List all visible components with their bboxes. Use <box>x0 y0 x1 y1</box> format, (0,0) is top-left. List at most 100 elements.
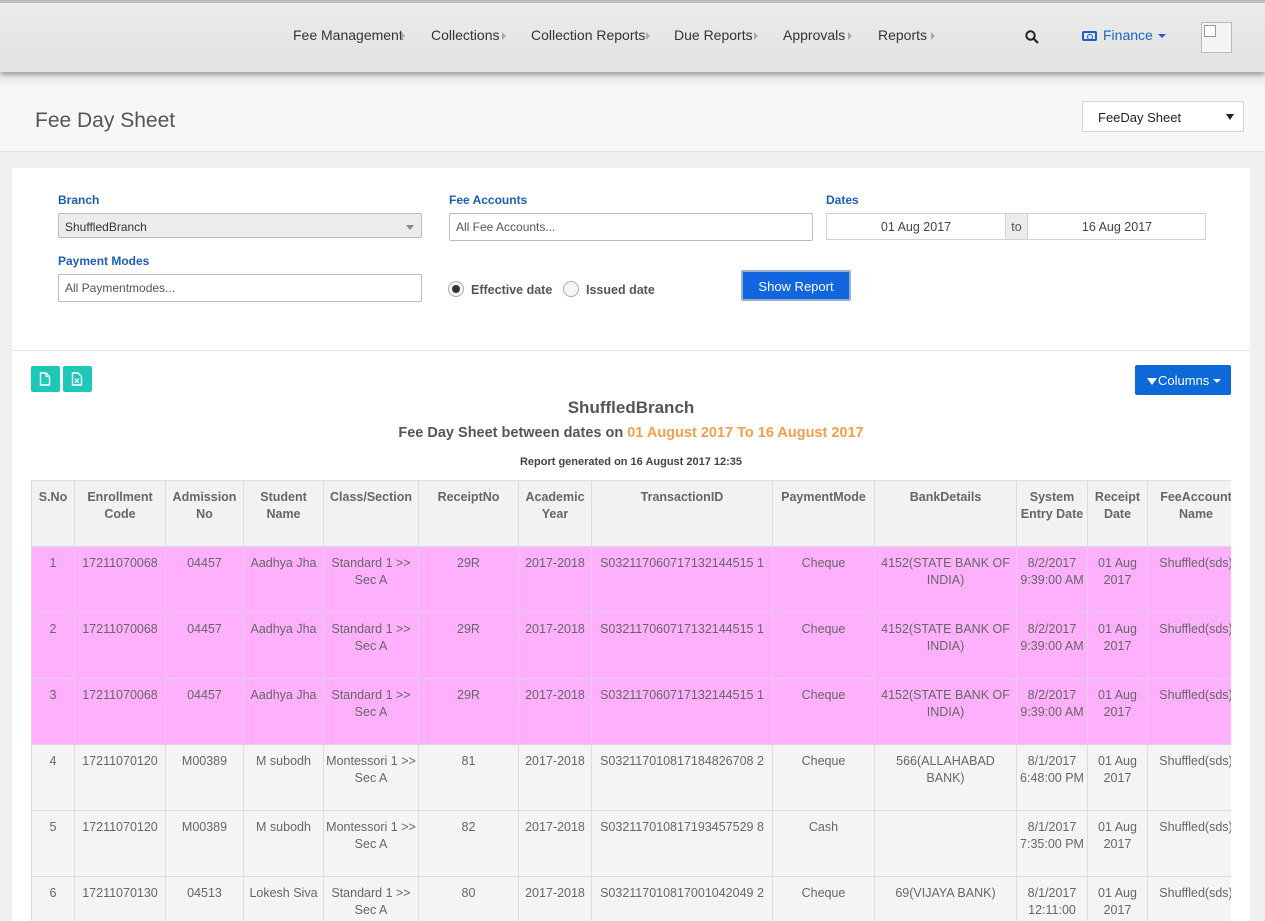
show-report-button[interactable]: Show Report <box>741 270 851 301</box>
chevron-down-icon <box>1157 34 1166 38</box>
nav-caret-icon <box>931 32 935 40</box>
nav-due-reports[interactable]: Due Reports <box>674 27 753 43</box>
money-icon <box>1082 31 1097 41</box>
column-header[interactable]: PaymentMode <box>772 480 875 547</box>
export-pdf-button[interactable] <box>31 366 60 392</box>
table-cell: 1 <box>31 546 75 613</box>
report-type-value: FeeDay Sheet <box>1098 110 1182 125</box>
nav-caret-icon <box>754 32 758 40</box>
column-header[interactable]: Admission No <box>165 480 244 547</box>
table-row[interactable]: 1 17211070068 04457 Aadhya Jha Standard 1 >>… <box>31 546 1231 613</box>
table-header-row: S.No Enrollment Code Admission No Student N… <box>31 480 1231 547</box>
column-header[interactable]: Enrollment Code <box>74 480 166 547</box>
date-to-input[interactable]: 16 Aug 2017 <box>1028 214 1206 239</box>
table-cell: 2017-2018 <box>518 876 592 921</box>
columns-label: Columns <box>1158 373 1210 388</box>
main-panel: Branch ShuffledBranch Fee Accounts All F… <box>12 168 1250 921</box>
date-from-input[interactable]: 01 Aug 2017 <box>827 214 1005 239</box>
export-excel-button[interactable] <box>63 366 92 392</box>
nav-fee-management[interactable]: Fee Management <box>293 27 403 43</box>
table-cell: 04457 <box>165 678 244 745</box>
effective-date-label: Effective date <box>471 283 553 297</box>
finance-menu[interactable]: Finance <box>1082 27 1166 43</box>
top-navbar: Fee Management Collections Collection Re… <box>0 0 1265 72</box>
table-cell: 04513 <box>165 876 244 921</box>
table-cell: 29R <box>418 678 519 745</box>
column-header[interactable]: Receipt Date <box>1087 480 1148 547</box>
column-header[interactable]: FeeAccount Name <box>1147 480 1231 547</box>
columns-button[interactable]: Columns <box>1135 365 1231 395</box>
table-cell: Shuffled(sds) <box>1147 744 1231 811</box>
fee-accounts-label: Fee Accounts <box>449 193 528 207</box>
dates-label: Dates <box>826 193 859 207</box>
branch-select[interactable]: ShuffledBranch <box>58 213 422 238</box>
table-cell: Standard 1 >> Sec A <box>323 678 419 745</box>
column-header[interactable]: Academic Year <box>518 480 592 547</box>
table-cell: M subodh <box>243 810 324 877</box>
table-cell: Shuffled(sds) <box>1147 678 1231 745</box>
report-table-container[interactable]: S.No Enrollment Code Admission No Student N… <box>31 480 1231 921</box>
nav-caret-icon <box>646 32 650 40</box>
table-cell: Standard 1 >> Sec A <box>323 876 419 921</box>
nav-caret-icon <box>502 32 506 40</box>
table-cell: 01 Aug 2017 <box>1087 744 1148 811</box>
column-header[interactable]: S.No <box>31 480 75 547</box>
date-separator: to <box>1005 214 1028 239</box>
search-icon[interactable] <box>1025 30 1039 44</box>
report-subtitle: Fee Day Sheet between dates on 01 August… <box>12 425 1250 441</box>
fee-accounts-input[interactable]: All Fee Accounts... <box>449 213 813 241</box>
nav-caret-icon <box>848 32 852 40</box>
broken-image-icon <box>1204 25 1216 37</box>
table-cell: Cheque <box>772 612 875 679</box>
table-cell: 8/1/2017 6:48:00 PM <box>1016 744 1088 811</box>
table-cell: 82 <box>418 810 519 877</box>
nav-approvals[interactable]: Approvals <box>783 27 845 43</box>
nav-collections[interactable]: Collections <box>431 27 499 43</box>
filter-icon <box>1147 378 1157 385</box>
table-row[interactable]: 2 17211070068 04457 Aadhya Jha Standard 1 >>… <box>31 612 1231 679</box>
table-cell: Shuffled(sds) <box>1147 612 1231 679</box>
column-header[interactable]: Class/Section <box>323 480 419 547</box>
table-cell: 2017-2018 <box>518 546 592 613</box>
table-cell: 8/2/2017 9:39:00 AM <box>1016 678 1088 745</box>
report-type-select[interactable]: FeeDay Sheet <box>1082 101 1244 132</box>
table-cell: Aadhya Jha <box>243 546 324 613</box>
table-cell: S032117010817184826708 2 <box>591 744 773 811</box>
filter-section: Branch ShuffledBranch Fee Accounts All F… <box>12 168 1250 351</box>
nav-collection-reports[interactable]: Collection Reports <box>531 27 645 43</box>
table-cell: 2017-2018 <box>518 744 592 811</box>
effective-date-radio[interactable] <box>448 281 464 297</box>
nav-caret-icon <box>401 32 405 40</box>
excel-file-icon <box>71 372 83 386</box>
table-cell: 2017-2018 <box>518 612 592 679</box>
table-row[interactable]: 4 17211070120 M00389 M subodh Montessori 1 >… <box>31 744 1231 811</box>
table-cell: 8/1/2017 12:11:00 <box>1016 876 1088 921</box>
table-cell: S032117010817001042049 2 <box>591 876 773 921</box>
avatar[interactable] <box>1201 22 1232 53</box>
nav-reports[interactable]: Reports <box>878 27 927 43</box>
table-cell: Shuffled(sds) <box>1147 810 1231 877</box>
column-header[interactable]: Student Name <box>243 480 324 547</box>
table-cell: Lokesh Siva <box>243 876 324 921</box>
column-header[interactable]: TransactionID <box>591 480 773 547</box>
table-cell: 17211070068 <box>74 546 166 613</box>
table-cell: S032117010817193457529 8 <box>591 810 773 877</box>
table-row[interactable]: 6 17211070130 04513 Lokesh Siva Standard 1 >… <box>31 876 1231 921</box>
column-header[interactable]: BankDetails <box>874 480 1017 547</box>
column-header[interactable]: System Entry Date <box>1016 480 1088 547</box>
branch-value: ShuffledBranch <box>65 220 147 234</box>
table-row[interactable]: 5 17211070120 M00389 M subodh Montessori 1 >… <box>31 810 1231 877</box>
table-row[interactable]: 3 17211070068 04457 Aadhya Jha Standard 1 >>… <box>31 678 1231 745</box>
table-cell: 01 Aug 2017 <box>1087 612 1148 679</box>
issued-date-radio[interactable] <box>563 281 579 297</box>
table-cell: S032117060717132144515 1 <box>591 546 773 613</box>
table-cell: Aadhya Jha <box>243 678 324 745</box>
dropdown-arrow-icon <box>1226 114 1234 120</box>
table-cell: 566(ALLAHABAD BANK) <box>874 744 1017 811</box>
dropdown-arrow-icon <box>406 225 414 230</box>
payment-modes-input[interactable]: All Paymentmodes... <box>58 274 422 302</box>
column-header[interactable]: ReceiptNo <box>418 480 519 547</box>
table-cell: 4 <box>31 744 75 811</box>
report-generated: Report generated on 16 August 2017 12:35 <box>519 456 743 468</box>
date-range: 01 Aug 2017 to 16 Aug 2017 <box>826 213 1206 240</box>
